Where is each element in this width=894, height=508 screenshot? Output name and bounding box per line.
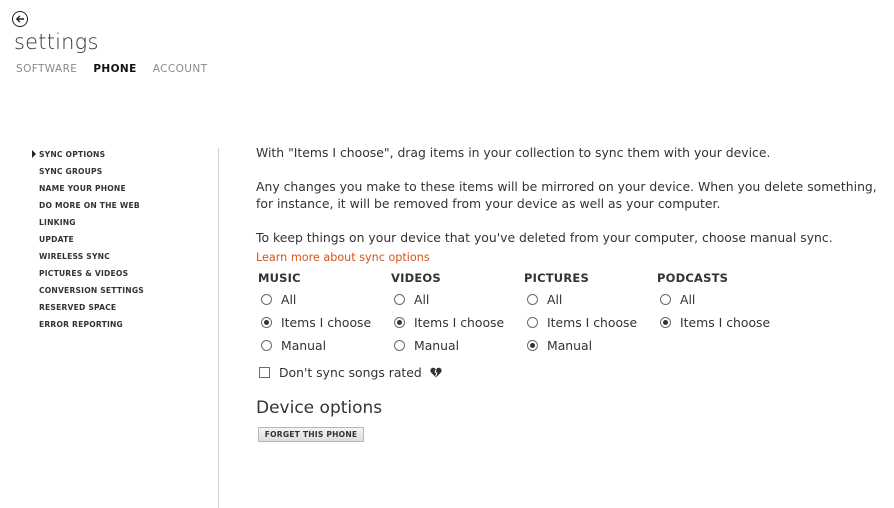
option-label: Items I choose [414,315,505,330]
mirror-text-line1: Any changes you make to these items will… [256,179,877,194]
option-label: All [680,292,696,307]
sidebar-item-linking[interactable]: LINKING [39,217,144,234]
videos-heading: VIDEOS [391,271,441,285]
pictures-sync-group: PICTURES All Items I choose Manual [524,271,637,357]
videos-option-items-i-choose[interactable]: Items I choose [391,311,504,334]
videos-option-all[interactable]: All [391,288,504,311]
sidebar-item-wireless-sync[interactable]: WIRELESS SYNC [39,251,144,268]
radio-button[interactable] [527,340,538,351]
mirror-text-line2: for instance, it will be removed from yo… [256,196,721,211]
radio-button[interactable] [394,317,405,328]
option-label: Items I choose [547,315,638,330]
radio-button[interactable] [394,340,405,351]
option-label: Items I choose [281,315,372,330]
sidebar-item-sync-options[interactable]: SYNC OPTIONS [32,149,144,166]
sidebar-item-sync-groups[interactable]: SYNC GROUPS [39,166,144,183]
back-arrow-icon [16,15,25,23]
option-label: All [547,292,563,307]
radio-button[interactable] [527,294,538,305]
tab-account[interactable]: ACCOUNT [153,63,208,75]
top-nav: SOFTWARE PHONE ACCOUNT [16,63,223,75]
page-title: settings [14,30,99,54]
radio-button[interactable] [660,317,671,328]
radio-button[interactable] [261,317,272,328]
broken-heart-icon [430,367,442,378]
videos-option-manual[interactable]: Manual [391,334,504,357]
pictures-heading: PICTURES [524,271,589,285]
sidebar-item-update[interactable]: UPDATE [39,234,144,251]
sidebar-item-error-reporting[interactable]: ERROR REPORTING [39,319,144,336]
sidebar-item-name-your-phone[interactable]: NAME YOUR PHONE [39,183,144,200]
pictures-option-items-i-choose[interactable]: Items I choose [524,311,637,334]
videos-sync-group: VIDEOS All Items I choose Manual [391,271,504,357]
music-sync-group: MUSIC All Items I choose Manual [258,271,371,357]
learn-more-link[interactable]: Learn more about sync options [256,251,430,264]
radio-button[interactable] [660,294,671,305]
podcasts-option-items-i-choose[interactable]: Items I choose [657,311,770,334]
radio-button[interactable] [394,294,405,305]
music-option-items-i-choose[interactable]: Items I choose [258,311,371,334]
music-option-all[interactable]: All [258,288,371,311]
podcasts-sync-group: PODCASTS All Items I choose [657,271,770,334]
sidebar-item-do-more-on-the-web[interactable]: DO MORE ON THE WEB [39,200,144,217]
sidebar-item-reserved-space[interactable]: RESERVED SPACE [39,302,144,319]
tab-software[interactable]: SOFTWARE [16,63,77,75]
pictures-option-manual[interactable]: Manual [524,334,637,357]
sidebar-divider [218,148,219,508]
forget-this-phone-button[interactable]: FORGET THIS PHONE [258,427,364,442]
device-options-title: Device options [256,398,383,418]
music-option-manual[interactable]: Manual [258,334,371,357]
option-label: All [281,292,297,307]
dont-sync-rated-option[interactable]: Don't sync songs rated [259,365,442,380]
radio-button[interactable] [261,340,272,351]
intro-text: With "Items I choose", drag items in you… [256,145,771,160]
sidebar: SYNC OPTIONS SYNC GROUPS NAME YOUR PHONE… [32,149,144,336]
radio-button[interactable] [527,317,538,328]
dont-sync-checkbox[interactable] [259,367,270,378]
sidebar-item-conversion-settings[interactable]: CONVERSION SETTINGS [39,285,144,302]
option-label: All [414,292,430,307]
podcasts-option-all[interactable]: All [657,288,770,311]
music-heading: MUSIC [258,271,301,285]
back-button[interactable] [12,11,28,27]
manual-sync-note: To keep things on your device that you'v… [256,230,833,245]
dont-sync-label: Don't sync songs rated [279,365,422,380]
sidebar-item-pictures-videos[interactable]: PICTURES & VIDEOS [39,268,144,285]
option-label: Manual [414,338,460,353]
tab-phone[interactable]: PHONE [93,63,136,75]
pictures-option-all[interactable]: All [524,288,637,311]
option-label: Items I choose [680,315,771,330]
radio-button[interactable] [261,294,272,305]
option-label: Manual [281,338,327,353]
podcasts-heading: PODCASTS [657,271,729,285]
option-label: Manual [547,338,593,353]
